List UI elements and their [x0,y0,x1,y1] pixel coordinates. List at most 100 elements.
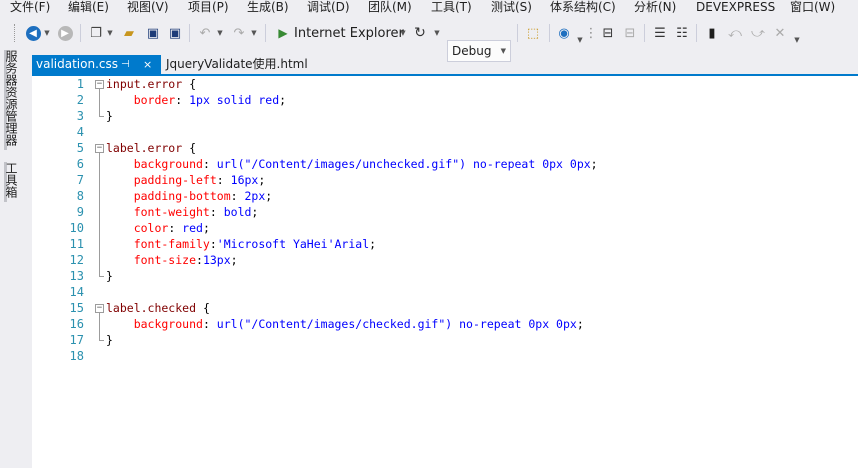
code-token: bold [223,205,252,219]
code-text: font-size:13px; [106,252,238,268]
code-line[interactable]: 2 border: 1px solid red; [32,92,858,108]
menu-window[interactable]: 窗口(W) [790,0,835,17]
code-token: padding-left [106,173,217,187]
fold-guide-end [99,340,104,341]
code-line[interactable]: 6 background: url("/Content/images/unche… [32,156,858,172]
server-explorer-tab[interactable]: 服务器资源管理器 [4,50,18,150]
start-debug-button[interactable]: ▶ [276,24,290,42]
menu-debug[interactable]: 调试(D) [307,0,350,17]
code-token: font-family [106,237,210,251]
find-in-files-button[interactable]: ⬚ [525,24,541,42]
start-target-label[interactable]: Internet Explorer [294,24,404,42]
save-icon: ▣ [146,25,160,41]
code-line[interactable]: 1 − input.error { [32,76,858,92]
code-token: : [196,253,203,267]
code-line[interactable]: 4 [32,124,858,140]
fold-guide-end [99,276,104,277]
line-number: 15 [69,301,84,315]
menu-team[interactable]: 团队(M) [368,0,412,17]
code-line[interactable]: 12 font-size:13px; [32,252,858,268]
code-token: color [106,221,169,235]
browser-link-dropdown-icon[interactable]: ▼ [576,31,584,49]
fold-guide-end [99,116,104,117]
menu-test[interactable]: 测试(S) [491,0,532,17]
new-project-dropdown-icon[interactable]: ▼ [106,24,114,42]
code-line[interactable]: 16 background: url("/Content/images/chec… [32,316,858,332]
menu-analyze[interactable]: 分析(N) [634,0,676,17]
refresh-dropdown-icon[interactable]: ▼ [433,24,441,42]
collapse-region-icon[interactable]: − [95,304,104,313]
menu-tools[interactable]: 工具(T) [431,0,472,17]
toolbar-separator [189,24,190,42]
code-line[interactable]: 10 color: red; [32,220,858,236]
code-line[interactable]: 17} [32,332,858,348]
redo-icon: ↷ [233,25,245,41]
code-line[interactable]: 3} [32,108,858,124]
new-project-button[interactable]: ❐ [88,24,104,42]
toolbar-grip[interactable]: ⋮ [585,24,598,42]
close-icon[interactable]: × [143,55,152,74]
line-number: 14 [69,285,84,299]
line-number: 12 [69,253,84,267]
forward-button[interactable]: ▶ [57,24,73,42]
toolbar-options-dropdown-icon[interactable]: ▼ [793,31,801,49]
code-line[interactable]: 13} [32,268,858,284]
browser-link-button[interactable]: ◉ [556,24,572,42]
code-line[interactable]: 8 padding-bottom: 2px; [32,188,858,204]
menu-devexpress[interactable]: DEVEXPRESS [696,0,775,17]
toolbox-tab[interactable]: 工具箱 [4,162,18,202]
open-folder-icon: ▰ [124,25,134,41]
code-line[interactable]: 5 − label.error { [32,140,858,156]
browser-dropdown-icon[interactable]: ▼ [399,24,407,42]
fold-guide [99,153,100,276]
line-number: 13 [69,269,84,283]
code-token: : [209,237,217,251]
menu-view[interactable]: 视图(V) [127,0,169,17]
code-text: border: 1px solid red; [106,92,286,108]
menu-build[interactable]: 生成(B) [247,0,289,17]
code-line[interactable]: 7 padding-left: 16px; [32,172,858,188]
clear-bookmarks-button[interactable]: ✕ [772,24,788,42]
align-left-button[interactable]: ⊟ [600,24,616,42]
code-token: ; [230,253,238,267]
collapse-region-icon[interactable]: − [95,144,104,153]
redo-dropdown-icon[interactable]: ▼ [250,24,258,42]
refresh-button[interactable]: ↻ [412,24,428,42]
code-token: background [106,317,203,331]
open-file-button[interactable]: ▰ [121,24,137,42]
undo-button[interactable]: ↶ [197,24,213,42]
pin-icon[interactable]: ⊣ [121,55,130,74]
undo-dropdown-icon[interactable]: ▼ [216,24,224,42]
next-bookmark-button[interactable]: ⤻ [750,24,766,42]
align-right-button[interactable]: ⊟ [622,24,638,42]
code-token: : [209,205,224,219]
bookmark-button[interactable]: ▮ [704,24,720,42]
code-token: ; [576,317,584,331]
save-button[interactable]: ▣ [145,24,161,42]
save-all-button[interactable]: ▣ [167,24,183,42]
code-line[interactable]: 15 − label.checked { [32,300,858,316]
code-line[interactable]: 11 font-family:'Microsoft YaHei'Arial; [32,236,858,252]
browser-link-icon: ◉ [558,25,570,41]
code-line[interactable]: 18 [32,348,858,364]
code-editor[interactable]: 1− input.error {2 border: 1px solid red; 3… [32,76,858,468]
tab-jqueryvalidate-html[interactable]: JqueryValidate使用.html [162,55,308,76]
redo-button[interactable]: ↷ [231,24,247,42]
back-button[interactable]: ◀ [25,24,41,42]
previous-bookmark-button[interactable]: ⤺ [727,24,743,42]
tab-validation-css[interactable]: validation.css ⊣ × [32,55,161,76]
menu-edit[interactable]: 编辑(E) [68,0,109,17]
code-line[interactable]: 14 [32,284,858,300]
clear-bookmarks-icon: ✕ [774,25,786,41]
line-number: 1 [76,77,84,91]
comment-button[interactable]: ☰ [652,24,668,42]
menu-architecture[interactable]: 体系结构(C) [550,0,616,17]
code-line[interactable]: 9 font-weight: bold; [32,204,858,220]
uncomment-button[interactable]: ☷ [674,24,690,42]
code-token: } [106,333,113,347]
back-dropdown-icon[interactable]: ▼ [43,24,51,42]
menu-file[interactable]: 文件(F) [10,0,50,17]
menu-project[interactable]: 项目(P) [188,0,229,17]
collapse-region-icon[interactable]: − [95,80,104,89]
toolbar-grip[interactable] [14,24,15,42]
